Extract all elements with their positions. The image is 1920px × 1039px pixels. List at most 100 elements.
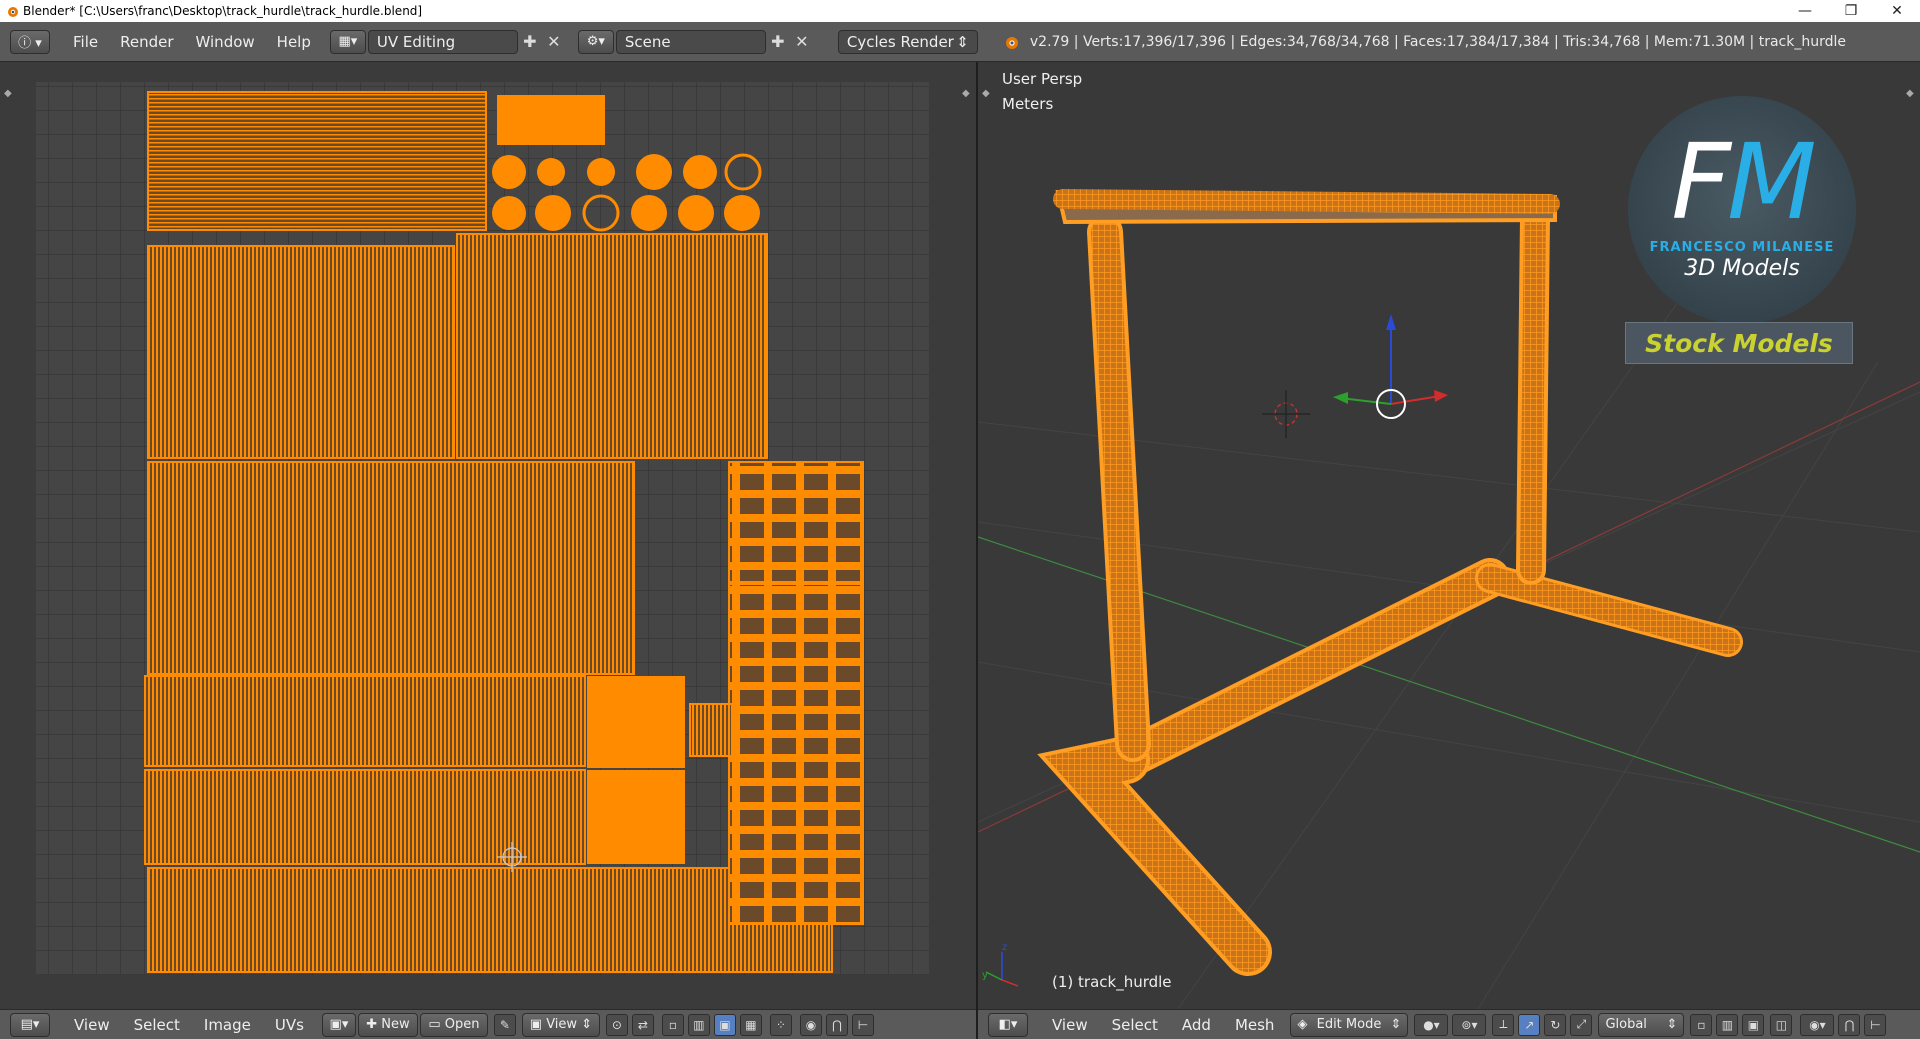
orientation-label: Global: [1605, 1017, 1647, 1032]
delete-layout-button[interactable]: ✕: [542, 30, 566, 54]
uv-island[interactable]: [728, 583, 864, 925]
sync-selection-icon[interactable]: ⇄: [631, 1013, 654, 1036]
scene-picker[interactable]: ⚙▾: [577, 29, 614, 54]
uv-canvas[interactable]: ◆ ◆: [0, 62, 976, 1009]
pin-icon[interactable]: ✎: [493, 1013, 516, 1036]
uv-island[interactable]: [689, 703, 733, 757]
dropdown-arrows-icon: ⇕: [577, 1017, 593, 1032]
x-icon: ✕: [795, 32, 809, 51]
open-image-button[interactable]: ▭ Open: [419, 1012, 488, 1037]
scene-statistics: v2.79 | Verts:17,396/17,396 | Edges:34,7…: [1029, 33, 1846, 50]
interaction-mode-label: Edit Mode: [1316, 1017, 1382, 1032]
image-mode-dropdown[interactable]: ▣ View ⇕: [521, 1012, 600, 1037]
uv-editor-header: ▤▾ View Select Image UVs ▣▾ ✚ New ▭ Open…: [0, 1009, 976, 1039]
translate-manipulator-icon[interactable]: ↗: [1518, 1013, 1541, 1036]
close-button[interactable]: ✕: [1874, 0, 1920, 22]
uv-island[interactable]: [147, 461, 635, 675]
minimize-button[interactable]: —: [1782, 0, 1828, 22]
uv-island[interactable]: [587, 770, 685, 864]
menu-render[interactable]: Render: [109, 33, 184, 51]
snap-target-icon[interactable]: ⊢: [851, 1013, 874, 1036]
view-perspective-label: User Persp: [1002, 70, 1083, 88]
view3d-menu-mesh[interactable]: Mesh: [1223, 1016, 1287, 1034]
view3d-menu-add[interactable]: Add: [1170, 1016, 1223, 1034]
logo-name: FRANCESCO MILANESE: [1649, 240, 1835, 255]
screen-layout-picker[interactable]: ▦▾: [329, 29, 366, 54]
edge-select-mode-icon[interactable]: ▥: [1716, 1013, 1739, 1036]
edit-mode-icon: ◈: [1297, 1017, 1308, 1032]
vertex-select-icon[interactable]: ▫: [661, 1013, 684, 1036]
face-select-icon[interactable]: ▣: [713, 1013, 736, 1036]
pivot-point-icon[interactable]: ⊚▾: [1452, 1013, 1487, 1036]
uv-menu-image[interactable]: Image: [192, 1016, 263, 1034]
editor-type-3d-button[interactable]: ◧▾: [988, 1012, 1028, 1037]
uv-island[interactable]: [147, 91, 487, 231]
manipulator-toggle-icon[interactable]: ⟂: [1492, 1013, 1515, 1036]
snap-element-icon[interactable]: ⊢: [1864, 1013, 1887, 1036]
island-select-icon[interactable]: ▦: [739, 1013, 762, 1036]
snap-icon[interactable]: ⋂: [825, 1013, 848, 1036]
logo-initials: FM: [1671, 121, 1817, 243]
viewport-shading-icon[interactable]: ●▾: [1414, 1013, 1449, 1036]
render-engine-dropdown[interactable]: Cycles Render ⇕: [837, 29, 978, 54]
new-image-button[interactable]: ✚ New: [357, 1012, 418, 1037]
uv-island[interactable]: [144, 675, 586, 767]
proportional-editing-icon[interactable]: ◉▾: [1800, 1013, 1835, 1036]
vertex-select-mode-icon[interactable]: ▫: [1690, 1013, 1713, 1036]
edge-select-icon[interactable]: ▥: [687, 1013, 710, 1036]
proportional-edit-icon[interactable]: ◉: [799, 1013, 822, 1036]
uv-island[interactable]: [147, 245, 455, 459]
transform-orientation-dropdown[interactable]: Global ⇕: [1598, 1012, 1685, 1037]
menu-window[interactable]: Window: [185, 33, 266, 51]
face-select-mode-icon[interactable]: ▣: [1742, 1013, 1765, 1036]
interaction-mode-dropdown[interactable]: ◈ Edit Mode ⇕: [1290, 1012, 1409, 1037]
uv-island[interactable]: [497, 95, 605, 145]
image-browse-button[interactable]: ▣▾: [321, 1012, 356, 1037]
uv-image-editor[interactable]: ◆ ◆: [0, 62, 976, 1009]
editor-type-uv-button[interactable]: ▤▾: [10, 1012, 50, 1037]
menu-file[interactable]: File: [62, 33, 109, 51]
uv-island[interactable]: [728, 461, 864, 583]
menu-help[interactable]: Help: [266, 33, 322, 51]
region-toggle-icon[interactable]: ◆: [1906, 88, 1914, 99]
screen-layout-field[interactable]: UV Editing: [367, 29, 518, 54]
image-mode-label: View: [546, 1017, 578, 1032]
region-toggle-icon[interactable]: ◆: [962, 88, 970, 99]
add-scene-button[interactable]: ✚: [766, 30, 790, 54]
uv-island[interactable]: [456, 233, 768, 459]
region-toggle-icon[interactable]: ◆: [982, 88, 990, 99]
scale-manipulator-icon[interactable]: ⤢: [1570, 1013, 1593, 1036]
units-label: Meters: [1002, 95, 1054, 113]
new-image-label: New: [381, 1017, 410, 1032]
uv-island[interactable]: [144, 769, 586, 865]
view-mode-icon: ▣: [529, 1017, 547, 1032]
blender-logo-icon: [1005, 36, 1018, 49]
uv-island[interactable]: [587, 676, 685, 768]
editor-type-info-button[interactable]: ⓘ ▾: [10, 29, 50, 54]
view3d-menu-select[interactable]: Select: [1100, 1016, 1170, 1034]
folder-icon: ▭: [428, 1017, 445, 1032]
rotate-manipulator-icon[interactable]: ↻: [1544, 1013, 1567, 1036]
add-layout-button[interactable]: ✚: [518, 30, 542, 54]
view3d-menu-view[interactable]: View: [1040, 1016, 1100, 1034]
3d-view-icon: ◧▾: [998, 1017, 1018, 1032]
uv-menu-view[interactable]: View: [62, 1016, 122, 1034]
sticky-mode-icon[interactable]: ⁘: [769, 1013, 792, 1036]
stock-models-badge: Stock Models: [1625, 322, 1853, 364]
plus-icon: ✚: [366, 1017, 382, 1032]
restore-button[interactable]: ❐: [1828, 0, 1874, 22]
uv-menu-select[interactable]: Select: [122, 1016, 192, 1034]
fm-watermark-logo: FM FRANCESCO MILANESE 3D Models: [1628, 96, 1858, 324]
limit-selection-visible-icon[interactable]: ◫: [1770, 1013, 1793, 1036]
uv-menu-uvs[interactable]: UVs: [263, 1016, 316, 1034]
window-titlebar: Blender* [C:\Users\franc\Desktop\track_h…: [0, 0, 1920, 22]
scene-field[interactable]: Scene: [615, 29, 766, 54]
blender-logo-icon: [8, 7, 18, 17]
plus-icon: ✚: [771, 32, 785, 51]
pivot-icon[interactable]: ⊙: [605, 1013, 628, 1036]
delete-scene-button[interactable]: ✕: [790, 30, 814, 54]
window-title: Blender* [C:\Users\franc\Desktop\track_h…: [23, 4, 423, 18]
snap-toggle-icon[interactable]: ⋂: [1838, 1013, 1861, 1036]
region-toggle-icon[interactable]: ◆: [4, 88, 12, 99]
open-image-label: Open: [444, 1017, 480, 1032]
